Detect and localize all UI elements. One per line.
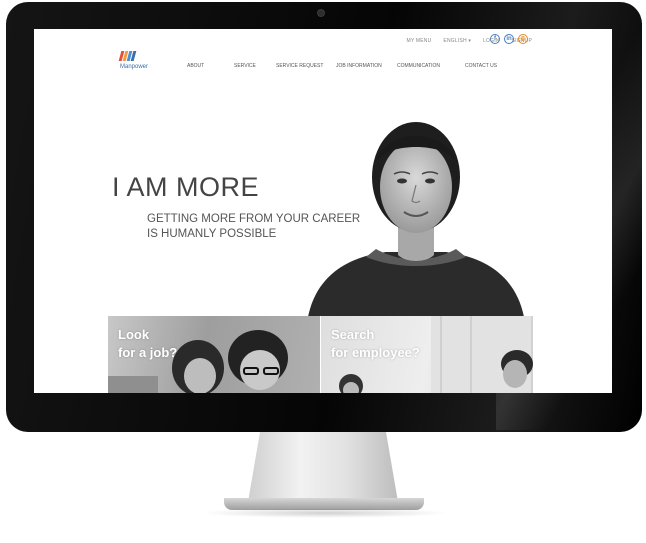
hero-portrait-image xyxy=(308,122,524,317)
linkedin-icon[interactable]: in xyxy=(504,34,514,44)
nav-service[interactable]: SERVICE xyxy=(234,63,276,69)
search-employee-line-1: Search xyxy=(331,327,375,342)
hero-title: I AM MORE xyxy=(112,172,260,202)
search-employee-tile[interactable]: Search for employee? xyxy=(320,316,533,393)
stand-shadow xyxy=(200,508,450,518)
instagram-icon[interactable]: ◎ xyxy=(518,34,528,44)
promo-tiles: Look for a job? Search for employee? xyxy=(108,316,533,393)
webcam-icon xyxy=(318,10,324,16)
language-select[interactable]: ENGLISH ▾ xyxy=(443,38,471,44)
search-employee-line-2: for employee? xyxy=(331,345,420,360)
main-nav: ABOUT SERVICE SERVICE REQUEST JOB INFORM… xyxy=(187,63,497,69)
look-for-job-line-1: Look xyxy=(118,327,150,342)
logo-mark-icon xyxy=(118,51,148,61)
manpower-logo[interactable]: Manpower xyxy=(118,51,149,70)
monitor-stand xyxy=(248,432,398,502)
search-employee-label: Search for employee? xyxy=(331,326,420,362)
logo-text: Manpower xyxy=(120,64,149,70)
nav-contact-us[interactable]: CONTACT US xyxy=(465,63,497,69)
nav-communication[interactable]: COMMUNICATION xyxy=(397,63,465,69)
look-for-job-label: Look for a job? xyxy=(118,326,177,362)
look-for-job-line-2: for a job? xyxy=(118,345,178,360)
nav-job-information[interactable]: JOB INFORMATION xyxy=(336,63,397,69)
nav-about[interactable]: ABOUT xyxy=(187,63,234,69)
social-icons: f in ◎ xyxy=(490,34,528,44)
nav-service-request[interactable]: SERVICE REQUEST xyxy=(276,63,336,69)
my-menu-link[interactable]: MY MENU xyxy=(406,38,431,44)
facebook-icon[interactable]: f xyxy=(490,34,500,44)
website-screen: MY MENU ENGLISH ▾ LOGIN SIGNUP f in ◎ Ma… xyxy=(34,29,612,393)
look-for-job-tile[interactable]: Look for a job? xyxy=(108,316,320,393)
